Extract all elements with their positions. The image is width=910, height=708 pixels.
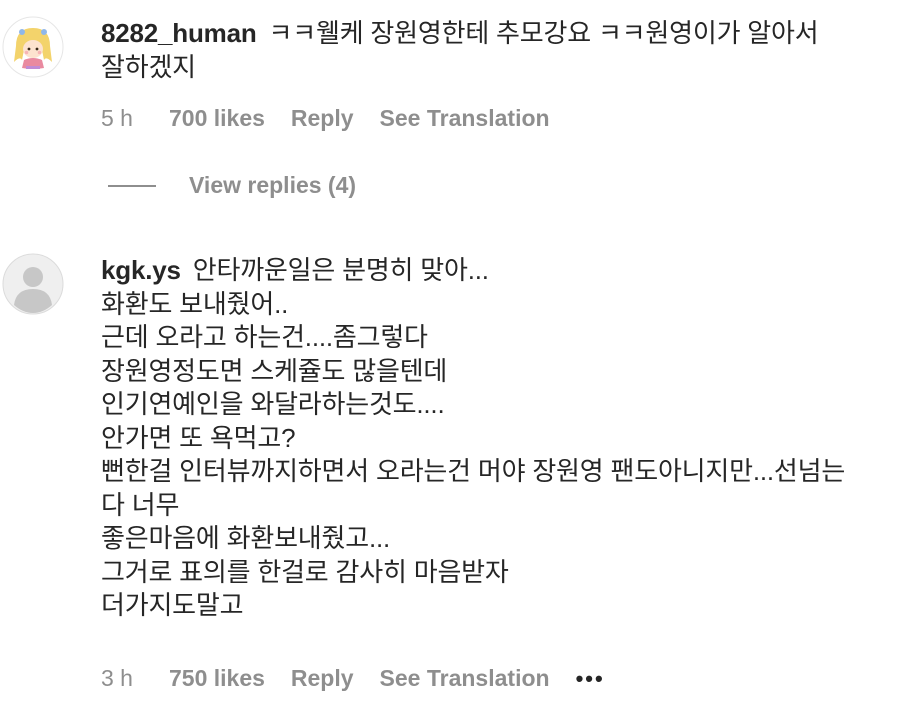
username-link[interactable]: 8282_human [101, 18, 257, 48]
comment-text: kgk.ys 안타까운일은 분명히 맞아... 화환도 보내줬어.. 근데 오라고… [101, 254, 880, 623]
timestamp: 5 h [101, 105, 133, 131]
default-user-avatar-icon [2, 253, 64, 315]
comment-body: 안타까운일은 분명히 맞아... 화환도 보내줬어.. 근데 오라고 하는건..… [101, 255, 846, 620]
avatar[interactable] [2, 16, 64, 78]
username-link[interactable]: kgk.ys [101, 255, 181, 285]
comment-text: 8282_human ㅋㅋ웰케 장원영한테 추모강요 ㅋㅋ원영이가 알아서 잘하겠… [101, 17, 880, 84]
view-replies-label: View replies (4) [189, 172, 357, 198]
cartoon-girl-avatar-icon [2, 16, 64, 78]
likes-count[interactable]: 700 likes [169, 105, 265, 132]
reply-button[interactable]: Reply [291, 105, 354, 132]
more-options-icon[interactable]: ••• [576, 666, 605, 692]
avatar[interactable] [2, 253, 64, 315]
timestamp: 3 h [101, 665, 133, 691]
comment-item: 8282_human ㅋㅋ웰케 장원영한테 추모강요 ㅋㅋ원영이가 알아서 잘하겠… [0, 0, 910, 240]
comment-item: kgk.ys 안타까운일은 분명히 맞아... 화환도 보내줬어.. 근데 오라고… [0, 240, 910, 708]
reply-button[interactable]: Reply [291, 665, 354, 692]
view-replies-button[interactable]: View replies (4) [108, 172, 356, 199]
likes-count[interactable]: 750 likes [169, 665, 265, 692]
see-translation-button[interactable]: See Translation [380, 105, 550, 132]
see-translation-button[interactable]: See Translation [380, 665, 550, 692]
comment-meta: 3 h 750 likes Reply See Translation ••• [101, 665, 605, 692]
divider [108, 184, 156, 187]
comment-meta: 5 h 700 likes Reply See Translation [101, 105, 576, 132]
